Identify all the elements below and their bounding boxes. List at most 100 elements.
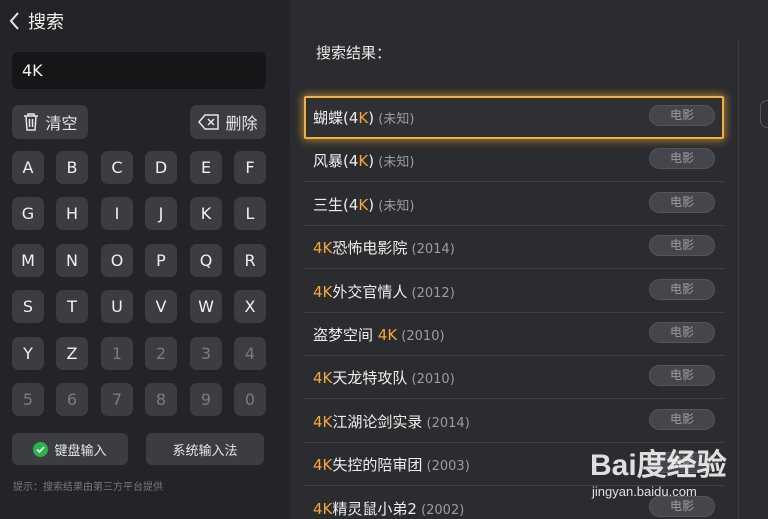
key-6[interactable]: 6 [56, 383, 88, 416]
category-tag: 电影 [649, 191, 715, 213]
result-title-hl: K [358, 109, 369, 127]
key-m[interactable]: M [12, 244, 44, 277]
key-a[interactable]: A [12, 151, 44, 184]
delete-button[interactable]: 删除 [190, 105, 266, 139]
category-tag: 电影 [649, 235, 715, 257]
key-y[interactable]: Y [12, 337, 44, 370]
result-title-hl: 4K [313, 499, 333, 518]
key-o[interactable]: O [101, 244, 133, 277]
key-d[interactable]: D [145, 151, 177, 184]
watermark: Bai度经验 jingyan.baidu.com [590, 440, 768, 510]
result-title: 4K失控的陪审团 (2003) [313, 454, 470, 475]
key-4[interactable]: 4 [234, 337, 266, 370]
result-title-post: 江湖论剑实录 [332, 412, 423, 431]
result-title-post: 天龙特攻队 [332, 369, 408, 388]
keyboard-input-label: 键盘输入 [54, 443, 107, 459]
result-title-meta: (2010) [397, 329, 445, 344]
key-i[interactable]: I [101, 197, 133, 230]
result-title: 盗梦空间 4K (2010) [313, 324, 445, 345]
key-j[interactable]: J [145, 197, 177, 230]
result-title-meta: (2003) [422, 459, 470, 475]
key-5[interactable]: 5 [12, 383, 44, 416]
key-v[interactable]: V [145, 290, 177, 323]
key-w[interactable]: W [190, 290, 222, 323]
result-title-meta: (未知) [374, 198, 415, 214]
key-t[interactable]: T [56, 290, 88, 323]
key-c[interactable]: C [101, 151, 133, 184]
result-title: 三生(4K) (未知) [313, 194, 414, 215]
search-panel: 搜索 4K 清空 删除 ABCDEF GHIJKL MNOPQR STUVWX YZ12… [0, 0, 290, 519]
result-row[interactable]: 盗梦空间 4K (2010) 电影 [304, 313, 724, 356]
category-tag: 电影 [649, 105, 715, 126]
source-hint: 提示：搜索结果由第三方平台提供 [13, 482, 163, 493]
result-title-post: 失控的陪审团 [332, 456, 423, 475]
result-title-pre: 盗梦空间 [313, 326, 378, 344]
result-row[interactable]: 4K江湖论剑实录 (2014) 电影 [304, 400, 724, 443]
category-tag: 电影 [649, 278, 715, 300]
result-title-hl: 4K [313, 456, 333, 475]
result-row[interactable]: 风暴(4K) (未知) 电影 [304, 139, 724, 183]
result-row[interactable]: 4K外交官情人 (2012) 电影 [304, 270, 724, 313]
key-u[interactable]: U [101, 290, 133, 323]
side-button[interactable] [760, 100, 768, 128]
key-p[interactable]: P [145, 244, 177, 277]
delete-label: 删除 [225, 114, 258, 133]
result-title-hl: 4K [313, 369, 333, 388]
key-l[interactable]: L [234, 197, 266, 230]
key-b[interactable]: B [56, 151, 88, 184]
results-header: 搜索结果： [316, 44, 392, 62]
system-input-label: 系统输入法 [172, 443, 238, 459]
result-title-meta: (2014) [407, 242, 455, 258]
clear-button[interactable]: 清空 [12, 105, 88, 139]
result-title-meta: (未知) [374, 155, 415, 171]
chevron-left-icon[interactable] [6, 10, 24, 32]
key-x[interactable]: X [234, 290, 266, 323]
category-tag: 电影 [649, 408, 715, 430]
key-1[interactable]: 1 [101, 337, 133, 370]
result-title-meta: (2012) [407, 285, 455, 301]
result-title-meta: (未知) [374, 112, 415, 127]
result-title-pre: 风暴(4 [313, 152, 359, 171]
search-input[interactable]: 4K [12, 52, 266, 89]
backspace-icon [198, 114, 220, 130]
result-title-post: 恐怖电影院 [332, 239, 408, 258]
key-8[interactable]: 8 [145, 383, 177, 416]
result-row[interactable]: 三生(4K) (未知) 电影 [304, 183, 724, 226]
key-r[interactable]: R [234, 244, 266, 277]
result-row[interactable]: 蝴蝶(4K) (未知) 电影 [304, 96, 724, 139]
key-f[interactable]: F [234, 151, 266, 184]
result-title: 4K天龙特攻队 (2010) [313, 367, 455, 388]
result-title: 4K恐怖电影院 (2014) [313, 237, 455, 258]
result-title-post: 外交官情人 [332, 282, 408, 301]
key-g[interactable]: G [12, 197, 44, 230]
key-n[interactable]: N [56, 244, 88, 277]
category-tag: 电影 [649, 365, 715, 387]
key-h[interactable]: H [56, 197, 88, 230]
page-title: 搜索 [28, 12, 64, 33]
result-row[interactable]: 4K恐怖电影院 (2014) 电影 [304, 226, 724, 270]
check-circle-icon [33, 441, 49, 457]
clear-label: 清空 [45, 114, 78, 133]
key-z[interactable]: Z [56, 337, 88, 370]
result-title-meta: (2010) [407, 372, 455, 388]
result-title-hl: 4K [313, 239, 333, 258]
key-0[interactable]: 0 [234, 383, 266, 416]
key-s[interactable]: S [12, 290, 44, 323]
category-tag: 电影 [649, 148, 715, 170]
key-q[interactable]: Q [190, 244, 222, 277]
key-3[interactable]: 3 [190, 337, 222, 370]
key-9[interactable]: 9 [190, 383, 222, 416]
result-title-pre: 三生(4 [313, 195, 359, 214]
key-7[interactable]: 7 [101, 383, 133, 416]
key-e[interactable]: E [190, 151, 222, 184]
header: 搜索 [6, 6, 64, 36]
keyboard-input-button[interactable]: 键盘输入 [12, 433, 128, 465]
result-title: 蝴蝶(4K) (未知) [313, 107, 414, 128]
system-input-button[interactable]: 系统输入法 [146, 433, 264, 465]
result-row[interactable]: 4K天龙特攻队 (2010) 电影 [304, 356, 724, 400]
trash-icon [24, 113, 39, 131]
key-2[interactable]: 2 [145, 337, 177, 370]
watermark-url: jingyan.baidu.com [592, 484, 697, 499]
key-k[interactable]: K [190, 197, 222, 230]
result-title-hl: 4K [313, 412, 333, 431]
